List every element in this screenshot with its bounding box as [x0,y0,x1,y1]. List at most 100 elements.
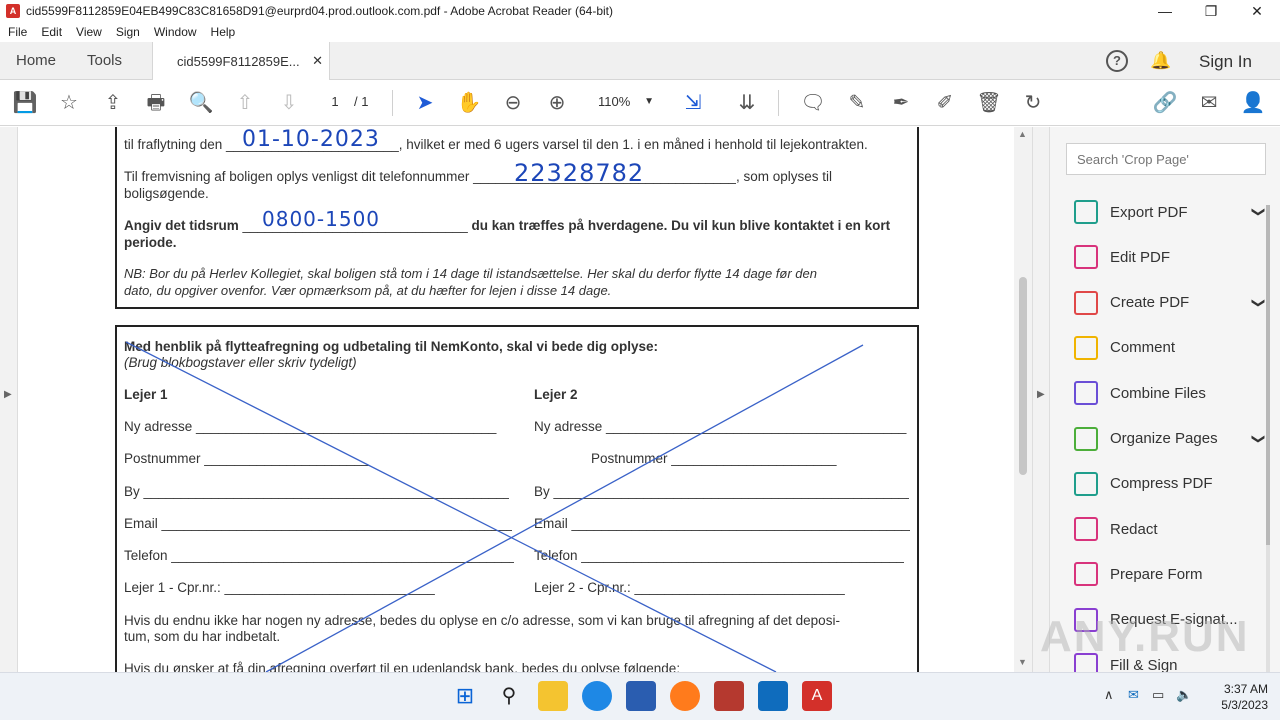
system-clock[interactable]: 3:37 AM 5/3/2023 [1208,681,1268,713]
close-tab-icon[interactable]: ✕ [312,53,323,69]
scroll-down-icon[interactable]: ▼ [1018,657,1027,667]
zoom-value: 110% [598,94,631,109]
menu-view[interactable]: View [76,25,102,39]
fit-page-icon[interactable]: ⇲ [680,90,706,116]
sign-icon[interactable]: ✒ [888,90,914,116]
outlook-tray-icon[interactable]: ✉ [1128,687,1139,703]
tool-label: Export PDF [1110,203,1188,221]
zoom-in-icon[interactable]: ⊕ [544,90,570,116]
tool-icon [1074,426,1098,451]
tool-item[interactable]: Comment [1074,333,1274,363]
zoom-out-icon[interactable]: ⊖ [500,90,526,116]
tool-item[interactable]: Organize Pages ❯ [1074,424,1274,454]
hand-tool-icon[interactable]: ✋ [456,90,482,116]
tool-label: Redact [1110,520,1158,538]
window-title: cid5599F8112859E04EB499C83C81658D91@eurp… [26,4,614,18]
save-icon[interactable]: 💾 [12,90,38,116]
windows-start-icon[interactable]: ⊞ [450,681,480,711]
tools-search-input[interactable] [1066,143,1266,175]
tool-icon [1074,290,1098,315]
right-panel-toggle[interactable]: ▶ [1032,127,1049,672]
print-icon[interactable]: 🖶 [143,90,169,116]
tool-label: Combine Files [1110,384,1206,402]
menu-window[interactable]: Window [154,25,197,39]
menu-sign[interactable]: Sign [116,25,140,39]
share-user-icon[interactable]: 👤 [1240,90,1266,116]
tab-bar: Home Tools cid5599F8112859E... ✕ ? 🔔 Sig… [0,42,1280,81]
expand-left-icon: ▶ [4,389,12,400]
tool-label: Comment [1110,339,1176,357]
file-explorer-icon[interactable] [538,681,568,711]
edit-icon[interactable]: ✐ [932,90,958,116]
tool-icon [1074,245,1098,270]
toolbar-divider [392,90,393,116]
firefox-icon[interactable] [670,681,700,711]
acrobat-icon: A [6,4,20,18]
tool-item[interactable]: Compress PDF [1074,469,1274,499]
tool-label: Edit PDF [1110,248,1171,266]
menu-edit[interactable]: Edit [41,25,62,39]
tab-document[interactable]: cid5599F8112859E... ✕ [152,42,330,81]
store-icon[interactable] [626,681,656,711]
acrobat-taskbar-icon[interactable]: A [802,681,832,711]
tool-label: Create PDF [1110,294,1190,312]
tray-chevron-icon[interactable]: ∧ [1104,687,1114,703]
link-icon[interactable]: 🔗 [1152,90,1178,116]
delete-icon[interactable]: 🗑 [976,90,1002,116]
highlight-icon[interactable]: ✎ [844,90,870,116]
mail-icon[interactable]: ✉ [1196,90,1222,116]
cross-stroke [125,341,777,672]
tool-item[interactable]: Prepare Form [1074,559,1274,589]
tool-label: Prepare Form [1110,565,1203,583]
vertical-scrollbar[interactable]: ▲ ▼ [1014,127,1032,672]
tools-pane: Export PDF ❯ Edit PDF Create PDF ❯ Comment Com… [1049,127,1280,677]
bell-icon[interactable]: 🔔 [1150,51,1171,71]
winrar-icon[interactable] [714,681,744,711]
tool-label: Compress PDF [1110,475,1213,493]
tool-icon [1074,335,1098,360]
menu-help[interactable]: Help [211,25,236,39]
tool-icon [1074,381,1098,406]
tool-item[interactable]: Combine Files [1074,378,1274,408]
upload-icon[interactable]: ⇪ [100,90,126,116]
chevron-down-icon[interactable]: ❯ [1251,207,1267,218]
find-icon[interactable]: 🔍 [188,90,214,116]
zoom-select[interactable]: 110% ▼ [590,91,660,113]
scrollbar-thumb[interactable] [1019,277,1027,475]
menu-bar: File Edit View Sign Window Help [0,22,1280,42]
page-number-input[interactable]: 1 [322,91,348,113]
tab-home[interactable]: Home [16,52,56,69]
maximize-button[interactable]: ❐ [1188,0,1234,22]
search-icon[interactable]: ⚲ [494,681,524,711]
close-button[interactable]: ✕ [1234,0,1280,22]
clock-time: 3:37 AM [1223,682,1268,696]
network-icon[interactable]: ▭ [1152,687,1164,703]
bookmark-icon[interactable]: ☆ [56,90,82,116]
next-page-icon[interactable]: ⇩ [276,90,302,116]
help-icon[interactable]: ? [1106,50,1128,72]
select-tool-icon[interactable]: ➤ [412,90,438,116]
scroll-up-icon[interactable]: ▲ [1018,129,1027,139]
scroll-mode-icon[interactable]: ⇊ [734,90,760,116]
sign-in-button[interactable]: Sign In [1199,52,1252,72]
taskbar: ⊞ ⚲ A ∧ ✉ ▭ 🔈 3:37 AM 5/3/2023 [0,672,1280,720]
outlook-icon[interactable] [758,681,788,711]
menu-file[interactable]: File [8,25,27,39]
volume-icon[interactable]: 🔈 [1176,687,1192,703]
tool-item[interactable]: Create PDF ❯ [1074,288,1274,318]
tool-item[interactable]: Redact [1074,514,1274,544]
rotate-icon[interactable]: ↻ [1020,90,1046,116]
chevron-down-icon[interactable]: ❯ [1251,433,1267,444]
prev-page-icon[interactable]: ⇧ [232,90,258,116]
comment-icon[interactable]: 🗨 [800,90,826,116]
cross-stroke [265,344,864,672]
collapse-right-icon: ▶ [1037,389,1045,400]
edge-browser-icon[interactable] [582,681,612,711]
tool-item[interactable]: Export PDF ❯ [1074,197,1274,227]
tab-tools[interactable]: Tools [87,52,122,69]
tool-item[interactable]: Edit PDF [1074,242,1274,272]
chevron-down-icon[interactable]: ❯ [1251,297,1267,308]
handwritten-cross-mark [125,341,864,672]
left-panel-toggle[interactable]: ▶ [0,127,18,672]
minimize-button[interactable]: — [1142,0,1188,22]
